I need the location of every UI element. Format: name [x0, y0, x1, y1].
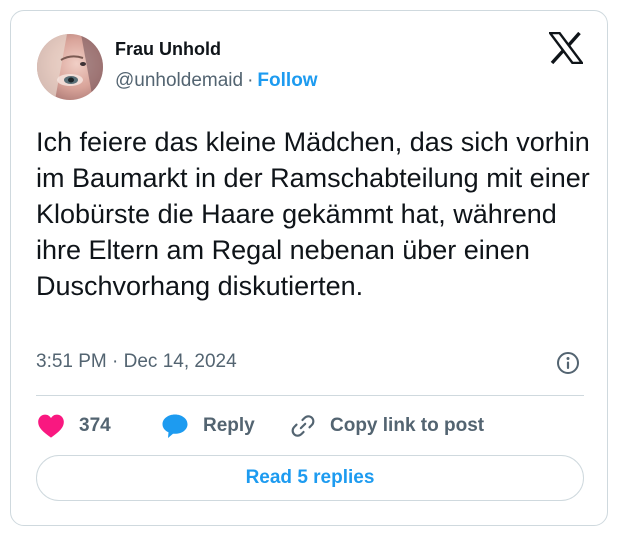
like-count: 374: [79, 415, 111, 436]
copy-link-label: Copy link to post: [330, 415, 485, 436]
like-button[interactable]: 374: [37, 411, 111, 441]
reply-label: Reply: [203, 415, 255, 436]
reply-button[interactable]: Reply: [161, 411, 255, 441]
divider: [36, 395, 584, 396]
avatar-image: [37, 34, 103, 100]
author-handle-row: @unholdemaid · Follow: [115, 70, 318, 92]
info-icon[interactable]: [556, 351, 580, 375]
tweet-card: Frau Unhold @unholdemaid · Follow Ich feie…: [10, 10, 608, 526]
tweet-timestamp[interactable]: 3:51 PM · Dec 14, 2024: [36, 351, 237, 373]
follow-link[interactable]: Follow: [257, 70, 317, 91]
x-logo-icon[interactable]: [547, 31, 585, 65]
read-replies-button[interactable]: Read 5 replies: [36, 455, 584, 501]
author-handle[interactable]: @unholdemaid: [115, 70, 243, 91]
author-display-name[interactable]: Frau Unhold: [115, 39, 221, 60]
link-icon: [290, 413, 316, 439]
speech-bubble-icon: [161, 413, 189, 439]
heart-icon: [37, 413, 65, 439]
tweet-text: Ich feiere das kleine Mädchen, das sich …: [36, 127, 590, 301]
separator-dot: ·: [247, 70, 254, 91]
avatar[interactable]: [37, 34, 103, 100]
copy-link-button[interactable]: Copy link to post: [290, 411, 484, 441]
